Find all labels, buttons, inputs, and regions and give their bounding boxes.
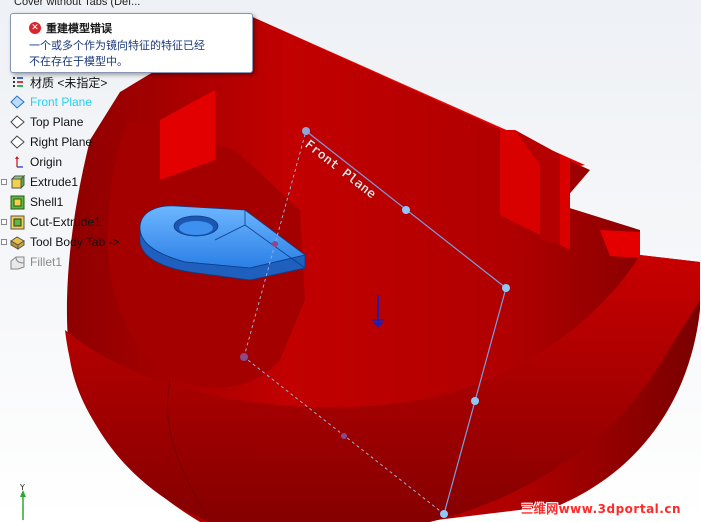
plane-handle [402,206,410,214]
extrude-icon [10,174,25,190]
tree-item-extrude1[interactable]: Extrude1 [0,172,150,192]
tree-item-origin[interactable]: Origin [0,152,150,172]
rebuild-error-tooltip[interactable]: ✕ 重建模型错误 一个或多个作为镜向特征的特征已经 不在存在于模型中。 [10,13,253,73]
plane-handle [471,397,479,405]
tree-item-shell1[interactable]: Shell1 [0,192,150,212]
plane-handle [502,284,510,292]
tree-item-label: Extrude1 [30,175,79,189]
plane-handle [341,433,347,439]
plane-icon [10,94,25,110]
tool-body-icon [10,235,25,250]
error-message-line: 一个或多个作为镜向特征的特征已经 [29,39,205,52]
tree-item-label: Origin [30,155,63,169]
expand-toggle[interactable] [1,219,7,225]
tree-item-label: Top Plane [30,115,84,129]
tree-item-label: Cut-Extrude1 [30,215,101,229]
tree-item-label: Right Plane [30,135,93,149]
tree-item-label: Front Plane [30,95,93,109]
plane-icon [10,134,25,150]
tree-item-front-plane[interactable]: Front Plane [0,92,150,112]
plane-handle [440,510,448,518]
plane-icon [10,114,25,130]
triad-y-label: Y [19,483,25,492]
tree-item-material[interactable]: 材质 <未指定> [0,72,150,92]
tree-item-top-plane[interactable]: Top Plane [0,112,150,132]
expand-toggle[interactable] [1,239,7,245]
tree-item-right-plane[interactable]: Right Plane [0,132,150,152]
tree-item-label: Shell1 [30,195,64,209]
expand-toggle[interactable] [1,179,7,185]
plane-handle [240,353,248,361]
plane-handle [272,241,278,247]
material-icon [10,75,25,90]
error-message: 一个或多个作为镜向特征的特征已经 不在存在于模型中。 [29,38,205,70]
tree-item-label: Tool Body Tab -> [30,235,120,249]
watermark: 三维网www.3dportal.cn [521,502,681,516]
tree-item-label: 材质 <未指定> [30,75,108,90]
shell-icon [10,195,25,210]
error-message-line: 不在存在于模型中。 [29,55,128,68]
fillet-icon [10,255,25,270]
tree-item-fillet1[interactable]: Fillet1 [0,252,150,272]
cut-extrude-icon [10,215,25,230]
tree-item-cut-extrude1[interactable]: Cut-Extrude1 [0,212,150,232]
error-title: 重建模型错误 [46,22,112,35]
tree-root-label[interactable]: Cover without Tabs (Def... [14,0,140,8]
origin-icon [10,155,25,170]
tree-item-label: Fillet1 [30,255,63,269]
tree-item-tool-body-tab[interactable]: Tool Body Tab -> [0,232,150,252]
plane-handle [302,127,310,135]
error-icon: ✕ [29,22,41,34]
view-triad: Y [19,483,26,520]
